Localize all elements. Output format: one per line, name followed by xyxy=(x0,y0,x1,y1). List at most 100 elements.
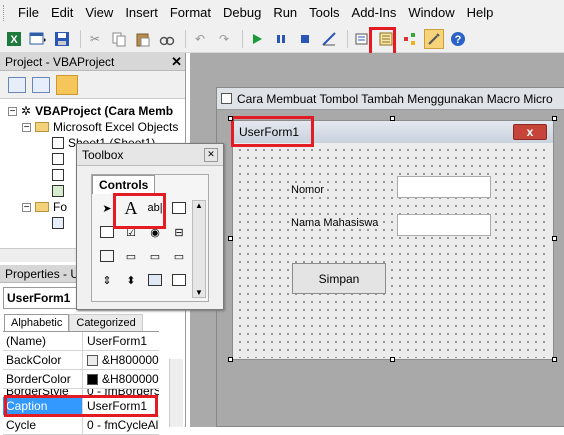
properties-grid: (Name)UserForm1 BackColor&H8000000 Borde… xyxy=(3,331,159,435)
textbox-nama[interactable] xyxy=(397,214,491,236)
tab-controls[interactable]: Controls xyxy=(92,175,156,194)
label-nomor[interactable]: Nomor xyxy=(291,184,325,196)
scroll-down-icon[interactable]: ▼ xyxy=(195,288,203,297)
folder-icon xyxy=(35,122,49,132)
save-icon[interactable] xyxy=(52,29,72,49)
project-panel-title: Project - VBAProject ✕ xyxy=(0,53,185,71)
toolbox-scrollbar[interactable]: ▲ ▼ xyxy=(192,200,206,298)
reset-icon[interactable] xyxy=(295,29,315,49)
tree-folder-excel-objects[interactable]: − Microsoft Excel Objects xyxy=(8,119,185,135)
scrollbar-tool-icon[interactable]: ⇕ xyxy=(96,269,118,291)
menubar-grip xyxy=(3,5,9,21)
tree-root[interactable]: − ✲ VBAProject (Cara Memb xyxy=(8,103,185,119)
find-icon[interactable] xyxy=(157,29,177,49)
commandbutton-tool-icon[interactable]: ▭ xyxy=(120,245,142,267)
svg-text:X: X xyxy=(10,34,18,46)
undo-icon[interactable]: ↶ xyxy=(190,29,210,49)
resize-handle[interactable] xyxy=(552,236,557,241)
prop-row-name[interactable]: (Name) UserForm1 xyxy=(3,332,159,351)
highlight-label-textbox-tools xyxy=(113,193,166,229)
userform-canvas[interactable]: Nomor Nama Mahasiswa Simpan xyxy=(236,146,550,358)
project-title-text: Project - VBAProject xyxy=(5,54,115,69)
sheet-icon xyxy=(52,169,64,181)
prop-row-backcolor[interactable]: BackColor&H8000000 xyxy=(3,351,159,370)
combobox-tool-icon[interactable] xyxy=(168,197,190,219)
menu-window[interactable]: Window xyxy=(402,0,460,26)
toolbox-icon[interactable] xyxy=(424,29,444,49)
cut-icon[interactable]: ✂ xyxy=(85,29,105,49)
paste-icon[interactable] xyxy=(133,29,153,49)
tree-folder-label: Microsoft Excel Objects xyxy=(53,120,179,134)
standard-toolbar: X ✂ ↶ ↷ ? xyxy=(0,26,564,53)
resize-handle[interactable] xyxy=(552,357,557,362)
folder-icon xyxy=(35,202,49,212)
insert-userform-icon[interactable] xyxy=(28,29,48,49)
frame-tool-icon[interactable] xyxy=(96,245,118,267)
menu-view[interactable]: View xyxy=(79,0,119,26)
menu-debug[interactable]: Debug xyxy=(217,0,267,26)
menu-addins[interactable]: Add-Ins xyxy=(346,0,403,26)
vbaproject-icon: ✲ xyxy=(21,104,32,118)
togglebutton-tool-icon[interactable]: ⊟ xyxy=(168,221,190,243)
tree-folder-label: Fo xyxy=(53,200,68,214)
designer-title: Cara Membuat Tombol Tambah Menggunakan M… xyxy=(237,91,553,106)
menu-file[interactable]: File xyxy=(12,0,45,26)
color-swatch xyxy=(87,374,98,386)
view-code-icon[interactable] xyxy=(8,76,26,93)
highlight-caption-property xyxy=(4,395,158,417)
image-tool-icon[interactable] xyxy=(144,269,166,291)
resize-handle[interactable] xyxy=(552,116,557,121)
redo-icon[interactable]: ↷ xyxy=(214,29,234,49)
resize-handle[interactable] xyxy=(390,357,395,362)
multipage-tool-icon[interactable]: ▭ xyxy=(168,245,190,267)
designer-window-icon xyxy=(221,93,232,104)
tab-alphabetic[interactable]: Alphabetic xyxy=(4,314,70,331)
menu-run[interactable]: Run xyxy=(267,0,303,26)
prop-row-bordercolor[interactable]: BorderColor&H8000001 xyxy=(3,370,159,389)
userform[interactable]: UserForm1 x Nomor Nama Mahasiswa Simpan xyxy=(232,120,554,360)
menu-tools[interactable]: Tools xyxy=(303,0,345,26)
close-icon[interactable]: ✕ xyxy=(204,147,218,162)
highlight-userform-caption xyxy=(231,116,314,147)
view-object-icon[interactable] xyxy=(32,76,50,93)
resize-handle[interactable] xyxy=(228,236,233,241)
resize-handle[interactable] xyxy=(390,116,395,121)
close-button[interactable]: x xyxy=(513,124,547,140)
toggle-folders-icon[interactable] xyxy=(56,74,78,95)
simpan-button[interactable]: Simpan xyxy=(292,263,386,294)
break-icon[interactable] xyxy=(271,29,291,49)
menu-format[interactable]: Format xyxy=(164,0,217,26)
excel-icon[interactable]: X xyxy=(4,29,24,49)
textbox-nomor[interactable] xyxy=(397,176,491,198)
tree-root-label: VBAProject (Cara Memb xyxy=(35,104,174,118)
designer-titlebar: Cara Membuat Tombol Tambah Menggunakan M… xyxy=(217,88,564,110)
workbook-icon xyxy=(52,185,64,197)
sheet-icon xyxy=(52,137,64,149)
menu-edit[interactable]: Edit xyxy=(45,0,79,26)
resize-handle[interactable] xyxy=(228,357,233,362)
properties-vscroll[interactable] xyxy=(169,359,183,427)
menu-help[interactable]: Help xyxy=(461,0,500,26)
design-mode-icon[interactable] xyxy=(319,29,339,49)
label-nama-mahasiswa[interactable]: Nama Mahasiswa xyxy=(291,217,379,229)
help-icon[interactable]: ? xyxy=(448,29,468,49)
run-icon[interactable] xyxy=(247,29,267,49)
prop-row-cycle[interactable]: Cycle0 - fmCycleAllF xyxy=(3,416,159,435)
menu-insert[interactable]: Insert xyxy=(119,0,164,26)
tabstrip-tool-icon[interactable]: ▭ xyxy=(144,245,166,267)
menu-bar: File Edit View Insert Format Debug Run T… xyxy=(0,0,564,26)
spinbutton-tool-icon[interactable]: ⬍ xyxy=(120,269,142,291)
color-swatch xyxy=(87,355,98,367)
object-name: UserForm1 xyxy=(7,291,71,305)
close-icon[interactable]: ✕ xyxy=(171,54,182,70)
svg-text:?: ? xyxy=(455,34,462,46)
tab-categorized[interactable]: Categorized xyxy=(69,314,143,331)
copy-icon[interactable] xyxy=(109,29,129,49)
object-browser-icon[interactable] xyxy=(400,29,420,49)
refedit-tool-icon[interactable] xyxy=(168,269,190,291)
scroll-up-icon[interactable]: ▲ xyxy=(195,201,203,210)
toolbox-title: Toolbox xyxy=(82,147,124,162)
toolbox-titlebar[interactable]: Toolbox ✕ xyxy=(77,144,223,166)
resize-handle[interactable] xyxy=(228,116,233,121)
project-toolbar xyxy=(0,71,185,99)
